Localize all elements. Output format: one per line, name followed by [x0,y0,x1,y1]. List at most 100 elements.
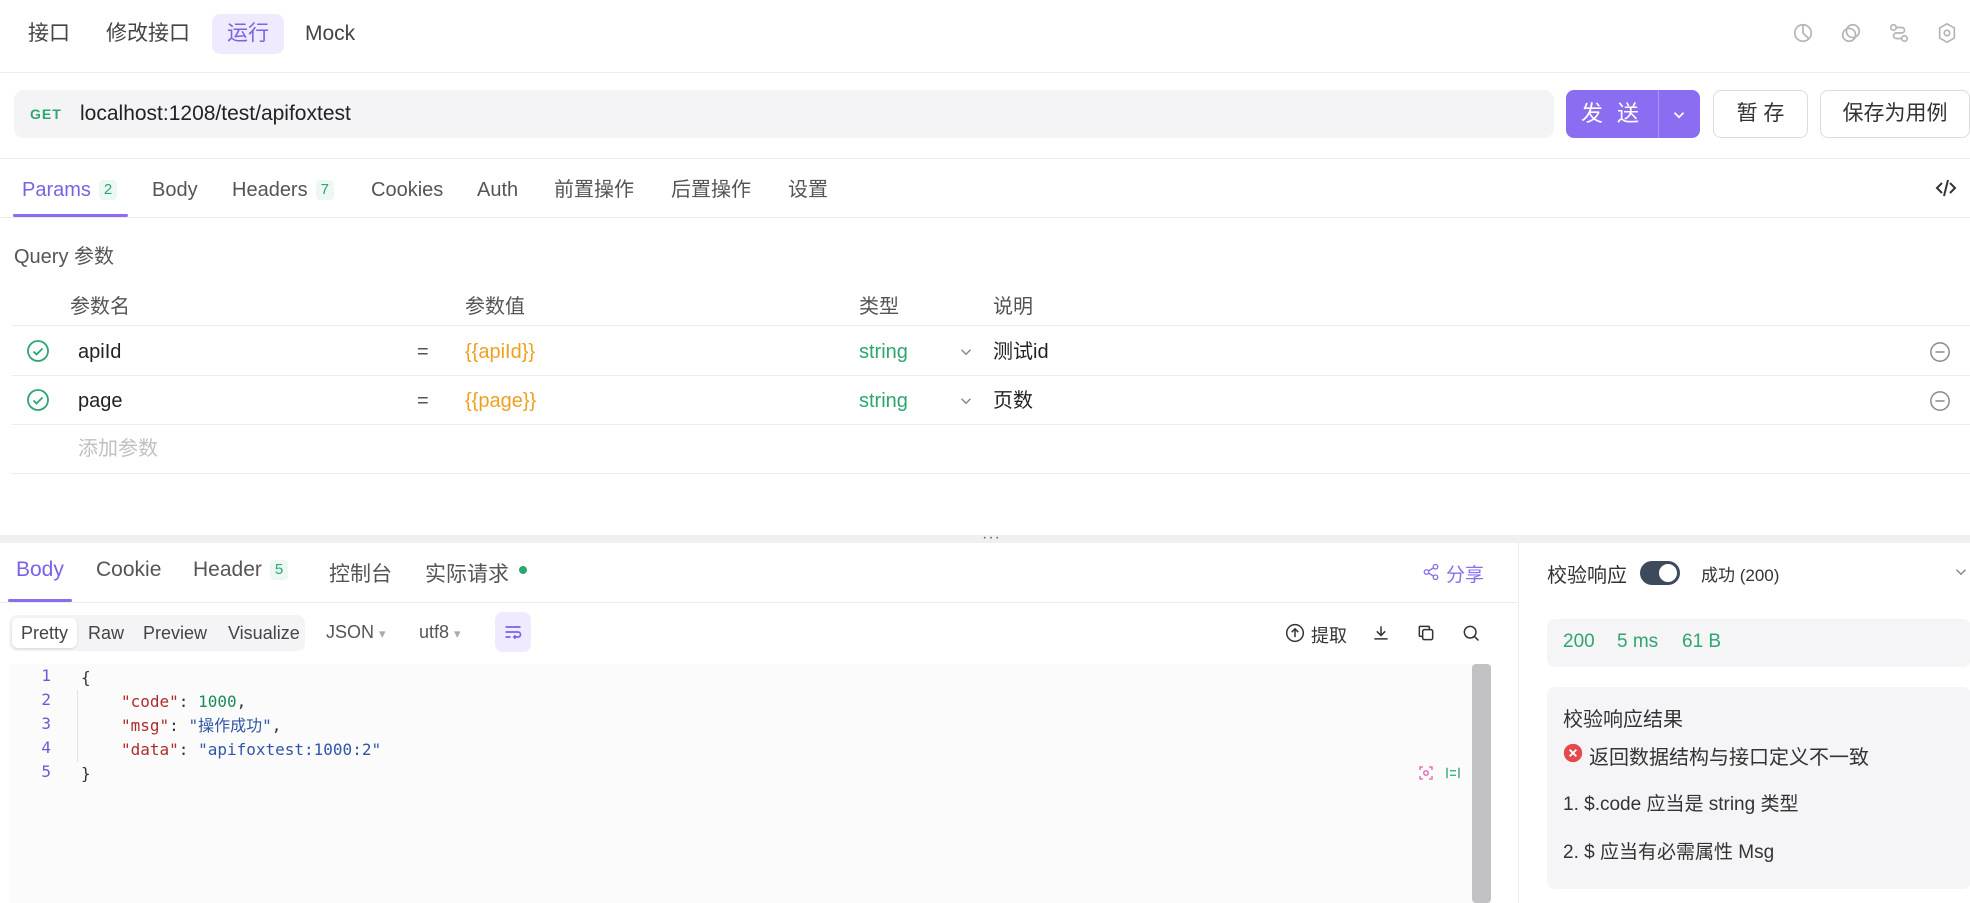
extract-button[interactable]: 提取 [1311,622,1347,648]
chevron-down-icon: ▾ [454,626,461,641]
validate-toggle[interactable] [1640,561,1680,585]
encoding-value: utf8 [419,622,450,642]
code-line: "code": 1000, [121,692,247,711]
indent-guide [77,690,78,762]
json-key: "code" [121,692,179,711]
view-visualize[interactable]: Visualize [219,618,309,648]
error-icon [1563,743,1583,763]
param-name[interactable]: page [78,389,123,413]
checkbox-checked-icon[interactable] [26,388,50,412]
tab-headers[interactable]: Headers 7 [232,170,334,214]
chevron-down-icon[interactable] [1670,106,1688,124]
format-select[interactable]: JSON ▾ [326,622,386,643]
format-value: JSON [326,622,375,642]
resp-tab-header-label: Header [193,558,262,581]
view-preview[interactable]: Preview [134,618,216,648]
param-name[interactable]: apiId [78,340,121,364]
view-pretty[interactable]: Pretty [12,618,78,648]
param-type-select[interactable]: string [859,389,908,413]
code-icon[interactable] [1934,176,1958,200]
resp-tab-header[interactable]: Header 5 [193,558,289,582]
code-line: { [81,668,91,687]
param-value[interactable]: {{page}} [465,389,536,413]
resizer-dots-icon[interactable]: ··· [982,529,1001,547]
param-desc[interactable]: 页数 [993,389,1033,413]
url-bar[interactable]: GET localhost:1208/test/apifoxtest [14,90,1554,138]
header-count-badge: 5 [269,560,289,580]
wrap-toggle[interactable] [495,612,531,652]
resp-tab-cookie[interactable]: Cookie [96,558,161,582]
extract-icon[interactable] [1285,623,1305,643]
share-button[interactable]: 分享 [1446,560,1484,587]
focus-icon[interactable] [1417,764,1435,782]
add-param-input[interactable]: 添加参数 [78,437,158,461]
param-value[interactable]: {{apiId}} [465,340,535,364]
tab-auth[interactable]: Auth [477,170,518,214]
chevron-down-icon[interactable] [1952,563,1970,581]
settings-icon[interactable] [1936,22,1958,44]
chevron-down-icon: ▾ [379,626,386,641]
url-input[interactable]: localhost:1208/test/apifoxtest [80,90,351,138]
chart-pie-icon[interactable] [1792,22,1814,44]
params-count-badge: 2 [98,180,118,200]
search-icon[interactable] [1461,623,1481,643]
resp-tab-body[interactable]: Body [16,558,64,582]
save-as-example-button[interactable]: 保存为用例 [1820,90,1970,138]
method-label[interactable]: GET [30,90,62,138]
line-number: 4 [41,738,51,757]
editor-scrollbar[interactable] [1472,664,1491,903]
send-label: 发 送 [1580,101,1644,126]
chevron-down-icon[interactable] [957,392,975,410]
tab-params[interactable]: Params 2 [22,170,118,214]
json-value: "操作成功" [188,716,272,735]
tab-pre-operations[interactable]: 前置操作 [554,170,634,214]
send-button[interactable]: 发 送 [1566,90,1700,138]
tab-cookies[interactable]: Cookies [371,170,443,214]
param-desc[interactable]: 测试id [993,340,1049,364]
col-param-value: 参数值 [465,296,525,318]
tab-edit-interface[interactable]: 修改接口 [91,14,205,54]
tab-interface[interactable]: 接口 [13,14,85,54]
validate-status-select[interactable]: 成功 (200) [1701,561,1779,586]
chevron-down-icon[interactable] [957,343,975,361]
tab-params-label: Params [22,179,91,201]
json-value: 1000 [198,692,237,711]
encoding-select[interactable]: utf8 ▾ [419,622,461,643]
align-icon[interactable] [1444,764,1462,782]
row-divider [12,473,1970,474]
resp-tab-actual-request[interactable]: 实际请求 [425,558,509,588]
tab-settings[interactable]: 设置 [788,170,828,214]
tab-mock[interactable]: Mock [290,14,370,54]
download-icon[interactable] [1371,623,1391,643]
line-number: 1 [41,666,51,685]
save-button[interactable]: 暂 存 [1713,90,1808,138]
share-icon[interactable] [1422,563,1440,581]
copy-icon[interactable] [1840,22,1862,44]
param-type-select[interactable]: string [859,340,908,364]
resp-tab-console[interactable]: 控制台 [329,558,392,588]
response-body-editor[interactable]: 1 2 3 4 5 { "code": 1000, "msg": "操作成功",… [9,664,1491,903]
view-raw[interactable]: Raw [79,618,133,648]
url-divider [0,158,1970,159]
tab-run[interactable]: 运行 [212,14,284,54]
send-separator [1658,90,1659,138]
headers-count-badge: 7 [315,180,334,200]
json-key: "msg" [121,716,170,735]
checkbox-checked-icon[interactable] [26,339,50,363]
tab-body[interactable]: Body [152,170,198,214]
line-number: 2 [41,690,51,709]
validate-label: 校验响应 [1547,565,1627,587]
branch-icon[interactable] [1888,22,1910,44]
row-divider [12,375,1970,376]
wrap-lines-icon [505,626,522,640]
tabs-divider [0,217,1970,218]
remove-row-icon[interactable] [1929,390,1951,412]
remove-row-icon[interactable] [1929,341,1951,363]
col-param-desc: 说明 [993,296,1033,318]
response-stats: 200 5 ms 61 B [1547,619,1970,667]
tab-post-operations[interactable]: 后置操作 [671,170,751,214]
tab-headers-label: Headers [232,179,308,201]
error-message: 返回数据结构与接口定义不一致 [1589,747,1869,769]
json-key: "data" [121,740,179,759]
copy-icon[interactable] [1416,623,1436,643]
